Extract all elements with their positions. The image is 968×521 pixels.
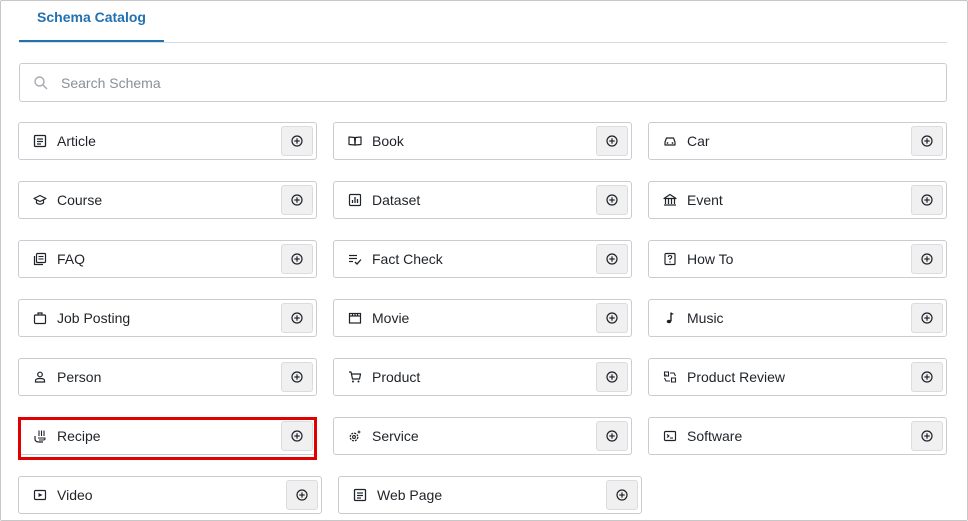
- schema-card-movie[interactable]: Movie: [333, 299, 632, 337]
- schema-card-fact-check[interactable]: Fact Check: [333, 240, 632, 278]
- fact-check-icon: [348, 252, 362, 266]
- how-to-icon: [663, 252, 677, 266]
- article-icon: [33, 134, 47, 148]
- search-box[interactable]: [19, 63, 947, 102]
- schema-label: FAQ: [57, 251, 86, 267]
- add-how-to-button[interactable]: [911, 244, 943, 274]
- schema-label: Fact Check: [372, 251, 443, 267]
- car-icon: [663, 134, 677, 148]
- add-book-button[interactable]: [596, 126, 628, 156]
- schema-label: Course: [57, 192, 103, 208]
- schema-catalog-panel: Schema Catalog Article Book Car Course D…: [0, 0, 968, 521]
- schema-label: Job Posting: [57, 310, 131, 326]
- software-icon: [663, 429, 677, 443]
- add-job-posting-button[interactable]: [281, 303, 313, 333]
- schema-label: Book: [372, 133, 404, 149]
- product-review-icon: [663, 370, 677, 384]
- schema-label: Car: [687, 133, 710, 149]
- cart-icon: [348, 370, 362, 384]
- add-video-button[interactable]: [286, 480, 318, 510]
- schema-card-person[interactable]: Person: [18, 358, 317, 396]
- schema-card-dataset[interactable]: Dataset: [333, 181, 632, 219]
- schema-label: Dataset: [372, 192, 421, 208]
- add-service-button[interactable]: [596, 421, 628, 451]
- schema-label: Person: [57, 369, 102, 385]
- video-icon: [33, 488, 47, 502]
- add-dataset-button[interactable]: [596, 185, 628, 215]
- add-software-button[interactable]: [911, 421, 943, 451]
- dataset-icon: [348, 193, 362, 207]
- schema-label: Event: [687, 192, 723, 208]
- faq-icon: [33, 252, 47, 266]
- web-page-icon: [353, 488, 367, 502]
- course-icon: [33, 193, 47, 207]
- schema-label: Product Review: [687, 369, 786, 385]
- schema-card-music[interactable]: Music: [648, 299, 947, 337]
- schema-card-software[interactable]: Software: [648, 417, 947, 455]
- add-fact-check-button[interactable]: [596, 244, 628, 274]
- schema-card-how-to[interactable]: How To: [648, 240, 947, 278]
- add-music-button[interactable]: [911, 303, 943, 333]
- search-input[interactable]: [59, 73, 923, 92]
- recipe-icon: [33, 429, 47, 443]
- add-car-button[interactable]: [911, 126, 943, 156]
- schema-card-event[interactable]: Event: [648, 181, 947, 219]
- event-icon: [663, 193, 677, 207]
- add-article-button[interactable]: [281, 126, 313, 156]
- job-posting-icon: [33, 311, 47, 325]
- schema-card-course[interactable]: Course: [18, 181, 317, 219]
- schema-label: Software: [687, 428, 743, 444]
- schema-card-product[interactable]: Product: [333, 358, 632, 396]
- schema-label: Recipe: [57, 428, 101, 444]
- schema-card-faq[interactable]: FAQ: [18, 240, 317, 278]
- schema-label: Video: [57, 487, 93, 503]
- add-course-button[interactable]: [281, 185, 313, 215]
- service-icon: [348, 429, 362, 443]
- schema-card-book[interactable]: Book: [333, 122, 632, 160]
- add-product-review-button[interactable]: [911, 362, 943, 392]
- schema-label: Service: [372, 428, 419, 444]
- schema-card-video[interactable]: Video: [18, 476, 322, 514]
- add-product-button[interactable]: [596, 362, 628, 392]
- schema-label: Web Page: [377, 487, 443, 503]
- book-icon: [348, 134, 362, 148]
- schema-card-recipe[interactable]: Recipe: [18, 417, 317, 455]
- schema-card-product-review[interactable]: Product Review: [648, 358, 947, 396]
- person-icon: [33, 370, 47, 384]
- schema-card-web-page[interactable]: Web Page: [338, 476, 642, 514]
- schema-label: Movie: [372, 310, 410, 326]
- schema-card-car[interactable]: Car: [648, 122, 947, 160]
- schema-label: How To: [687, 251, 734, 267]
- add-movie-button[interactable]: [596, 303, 628, 333]
- tab-schema-catalog[interactable]: Schema Catalog: [19, 1, 164, 42]
- search-icon: [33, 75, 49, 91]
- schema-card-article[interactable]: Article: [18, 122, 317, 160]
- tab-bar: Schema Catalog: [19, 1, 947, 43]
- schema-label: Product: [372, 369, 421, 385]
- add-faq-button[interactable]: [281, 244, 313, 274]
- add-recipe-button[interactable]: [281, 421, 313, 451]
- schema-label: Article: [57, 133, 96, 149]
- movie-icon: [348, 311, 362, 325]
- schema-card-job-posting[interactable]: Job Posting: [18, 299, 317, 337]
- add-event-button[interactable]: [911, 185, 943, 215]
- music-icon: [663, 311, 677, 325]
- add-web-page-button[interactable]: [606, 480, 638, 510]
- schema-label: Music: [687, 310, 724, 326]
- schema-card-service[interactable]: Service: [333, 417, 632, 455]
- add-person-button[interactable]: [281, 362, 313, 392]
